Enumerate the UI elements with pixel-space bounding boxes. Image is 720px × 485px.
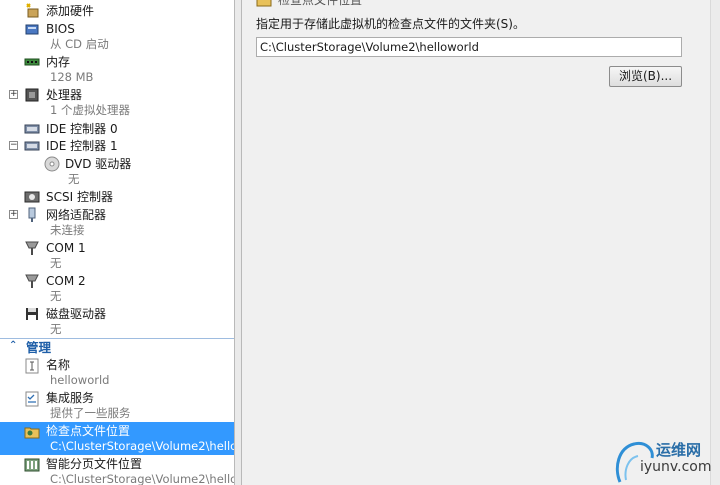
tree-item-detail: 无	[68, 172, 80, 186]
tree-item-checkpoint-file-location[interactable]: 检查点文件位置 C:\ClusterStorage\Volume2\hellow…	[0, 422, 234, 455]
tree-item-label: 网络适配器	[46, 208, 107, 222]
bios-icon	[25, 24, 39, 35]
tree-item-label: IDE 控制器 1	[46, 139, 118, 153]
tree-item-label: COM 1	[46, 241, 86, 255]
tree-item-label: 内存	[46, 55, 71, 69]
tree-item-detail: 提供了一些服务	[50, 406, 131, 420]
tree-item-integration-services[interactable]: 集成服务 提供了一些服务	[0, 389, 234, 422]
watermark-text-cn: 运维网	[656, 441, 702, 459]
tree-item-detail: 未连接	[50, 223, 85, 237]
tree-item-detail: C:\ClusterStorage\Volume2\hellow...	[50, 439, 234, 453]
ide-controller-icon	[24, 124, 40, 134]
scsi-controller-icon	[24, 191, 40, 203]
tree-item-bios[interactable]: BIOS 从 CD 启动	[0, 20, 234, 54]
tree-item-label: 检查点文件位置	[46, 424, 131, 438]
tree-item-com2[interactable]: COM 2 无	[0, 272, 234, 305]
checkpoint-path-input[interactable]: C:\ClusterStorage\Volume2\helloworld	[256, 37, 682, 57]
tree-item-detail: C:\ClusterStorage\Volume2\hellow...	[50, 472, 234, 485]
vertical-scrollbar[interactable]	[710, 0, 720, 485]
tree-item-detail: 无	[50, 322, 62, 336]
tree-item-detail: 从 CD 启动	[50, 37, 109, 51]
hardware-tree-panel: 添加硬件 BIOS 从 CD 启动 内存 128 MB + 处理器 1 个虚拟处…	[0, 0, 234, 485]
tree-item-dvd-drive[interactable]: DVD 驱动器 无	[0, 155, 234, 188]
tree-item-label: DVD 驱动器	[65, 157, 132, 171]
panel-title: 检查点文件位置	[278, 0, 363, 7]
floppy-disk-icon	[26, 308, 38, 320]
watermark-text-domain: iyunv.com	[640, 459, 712, 475]
tree-item-network-adapter[interactable]: + 网络适配器 未连接	[0, 206, 234, 239]
folder-instruction-label: 指定用于存储此虚拟机的检查点文件的文件夹(S)。	[256, 17, 525, 31]
tree-item-label: 智能分页文件位置	[46, 457, 143, 471]
splitter[interactable]	[234, 0, 242, 485]
name-field-icon	[25, 358, 39, 374]
tree-item-memory[interactable]: 内存 128 MB	[0, 53, 234, 86]
tree-item-label: SCSI 控制器	[46, 190, 113, 204]
details-panel: 检查点文件位置 指定用于存储此虚拟机的检查点文件的文件夹(S)。 C:\Clus…	[242, 0, 720, 485]
tree-item-ide-controller-1[interactable]: − IDE 控制器 1	[0, 137, 234, 155]
section-header-management[interactable]: ⌃ 管理	[0, 338, 234, 356]
tree-item-detail: 128 MB	[50, 70, 94, 84]
tree-item-detail: helloworld	[50, 373, 110, 387]
tree-item-diskette-drive[interactable]: 磁盘驱动器 无	[0, 305, 234, 338]
watermark-logo: 运维网 iyunv.com	[612, 434, 720, 485]
checkpoint-folder-icon	[256, 0, 272, 7]
com-port-icon	[25, 241, 39, 255]
ide-controller-icon	[24, 141, 40, 151]
tree-item-label: 名称	[46, 358, 71, 372]
section-title: 管理	[26, 340, 52, 355]
tree-item-scsi-controller[interactable]: SCSI 控制器	[0, 188, 234, 206]
tree-item-add-hardware[interactable]: 添加硬件	[0, 2, 234, 20]
tree-item-com1[interactable]: COM 1 无	[0, 239, 234, 272]
tree-item-smart-paging-file-location[interactable]: 智能分页文件位置 C:\ClusterStorage\Volume2\hello…	[0, 455, 234, 485]
tree-item-label: COM 2	[46, 274, 86, 288]
smart-paging-icon	[24, 458, 40, 472]
processor-icon	[25, 88, 39, 102]
checklist-icon	[25, 391, 39, 407]
tree-item-detail: 无	[50, 256, 62, 270]
browse-button[interactable]: 浏览(B)...	[609, 66, 682, 87]
tree-item-detail: 无	[50, 289, 62, 303]
tree-item-label: 添加硬件	[46, 4, 95, 18]
tree-item-detail: 1 个虚拟处理器	[50, 103, 130, 117]
tree-item-label: 集成服务	[46, 391, 95, 405]
tree-item-label: 处理器	[46, 88, 83, 102]
tree-item-processor[interactable]: + 处理器 1 个虚拟处理器	[0, 86, 234, 119]
memory-icon	[24, 58, 40, 66]
expand-plus-icon[interactable]: +	[9, 210, 18, 219]
tree-item-label: BIOS	[46, 22, 75, 36]
checkpoint-folder-icon	[24, 427, 40, 439]
dvd-disc-icon	[44, 156, 60, 172]
collapse-chevron-icon: ⌃	[9, 340, 18, 351]
com-port-icon	[25, 274, 39, 288]
tree-item-label: IDE 控制器 0	[46, 122, 118, 136]
network-adapter-icon	[28, 207, 36, 222]
expand-plus-icon[interactable]: +	[9, 90, 18, 99]
collapse-minus-icon[interactable]: −	[9, 141, 18, 150]
tree-item-ide-controller-0[interactable]: IDE 控制器 0	[0, 120, 234, 138]
add-hardware-icon	[26, 3, 39, 18]
tree-item-label: 磁盘驱动器	[46, 307, 107, 321]
tree-item-name[interactable]: 名称 helloworld	[0, 356, 234, 389]
